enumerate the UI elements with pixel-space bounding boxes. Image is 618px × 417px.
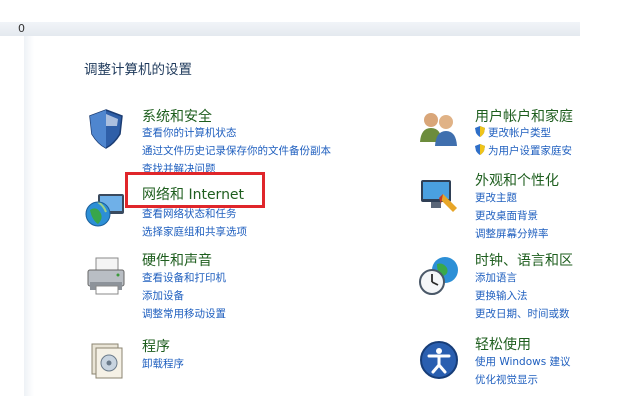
category-title-user-accounts[interactable]: 用户帐户和家庭 [475,106,573,126]
link-homegroup-sharing[interactable]: 选择家庭组和共享选项 [142,224,247,239]
link-change-account-type[interactable]: 更改帐户类型 [475,125,551,140]
category-title-hardware-sound[interactable]: 硬件和声音 [142,250,212,270]
link-add-language[interactable]: 添加语言 [475,270,517,285]
category-title-ease-of-access[interactable]: 轻松使用 [475,334,531,354]
left-edge-shade [24,36,34,396]
link-uninstall-program[interactable]: 卸载程序 [142,356,184,371]
red-highlight-box [125,172,265,208]
link-label: 更改帐户类型 [488,127,551,139]
link-change-date-time[interactable]: 更改日期、时间或数 [475,306,570,321]
link-optimize-visual-display[interactable]: 优化视觉显示 [475,372,538,387]
category-appearance: 外观和个性化 更改主题 更改桌面背景 调整屏幕分辨率 [417,170,587,240]
printer-icon [84,254,128,298]
category-ease-of-access: 轻松使用 使用 Windows 建议 优化视觉显示 [417,334,587,388]
users-icon [417,106,461,150]
programs-icon [84,338,128,382]
ease-of-access-icon [417,338,461,382]
category-title-clock-language-region[interactable]: 时钟、语言和区 [475,250,573,270]
link-change-input-method[interactable]: 更换输入法 [475,288,528,303]
category-hardware-sound: 硬件和声音 查看设备和打印机 添加设备 调整常用移动设置 [84,250,384,320]
clock-globe-icon [417,254,461,298]
category-clock-language-region: 时钟、语言和区 添加语言 更换输入法 更改日期、时间或数 [417,250,587,320]
link-mobility-settings[interactable]: 调整常用移动设置 [142,306,226,321]
appearance-icon [417,174,461,218]
link-devices-printers[interactable]: 查看设备和打印机 [142,270,226,285]
category-programs: 程序 卸载程序 [84,336,384,386]
link-screen-resolution[interactable]: 调整屏幕分辨率 [475,226,549,241]
link-view-network-status[interactable]: 查看网络状态和任务 [142,206,237,221]
uac-shield-icon [475,126,485,137]
category-user-accounts: 用户帐户和家庭 更改帐户类型 为用户设置家庭安 [417,106,587,166]
category-system-security: 系统和安全 查看你的计算机状态 通过文件历史记录保存你的文件备份副本 查找并解决… [84,106,384,175]
uac-shield-icon [475,144,485,155]
category-title-programs[interactable]: 程序 [142,336,170,356]
link-view-computer-status[interactable]: 查看你的计算机状态 [142,125,237,140]
link-label: 为用户设置家庭安 [488,145,572,157]
network-globe-icon [84,188,128,232]
shield-icon [84,106,128,150]
link-windows-suggestions[interactable]: 使用 Windows 建议 [475,354,571,369]
right-crop-edge [582,0,618,417]
link-change-theme[interactable]: 更改主题 [475,190,517,205]
address-bar-text: 0 [18,22,25,35]
link-file-history-backup[interactable]: 通过文件历史记录保存你的文件备份副本 [142,143,331,158]
link-add-device[interactable]: 添加设备 [142,288,184,303]
link-change-desktop-background[interactable]: 更改桌面背景 [475,208,538,223]
link-family-safety[interactable]: 为用户设置家庭安 [475,143,572,158]
category-title-appearance[interactable]: 外观和个性化 [475,170,559,190]
page-title: 调整计算机的设置 [84,62,192,78]
category-title-system-security[interactable]: 系统和安全 [142,106,212,126]
address-bar: 0 [0,22,580,36]
